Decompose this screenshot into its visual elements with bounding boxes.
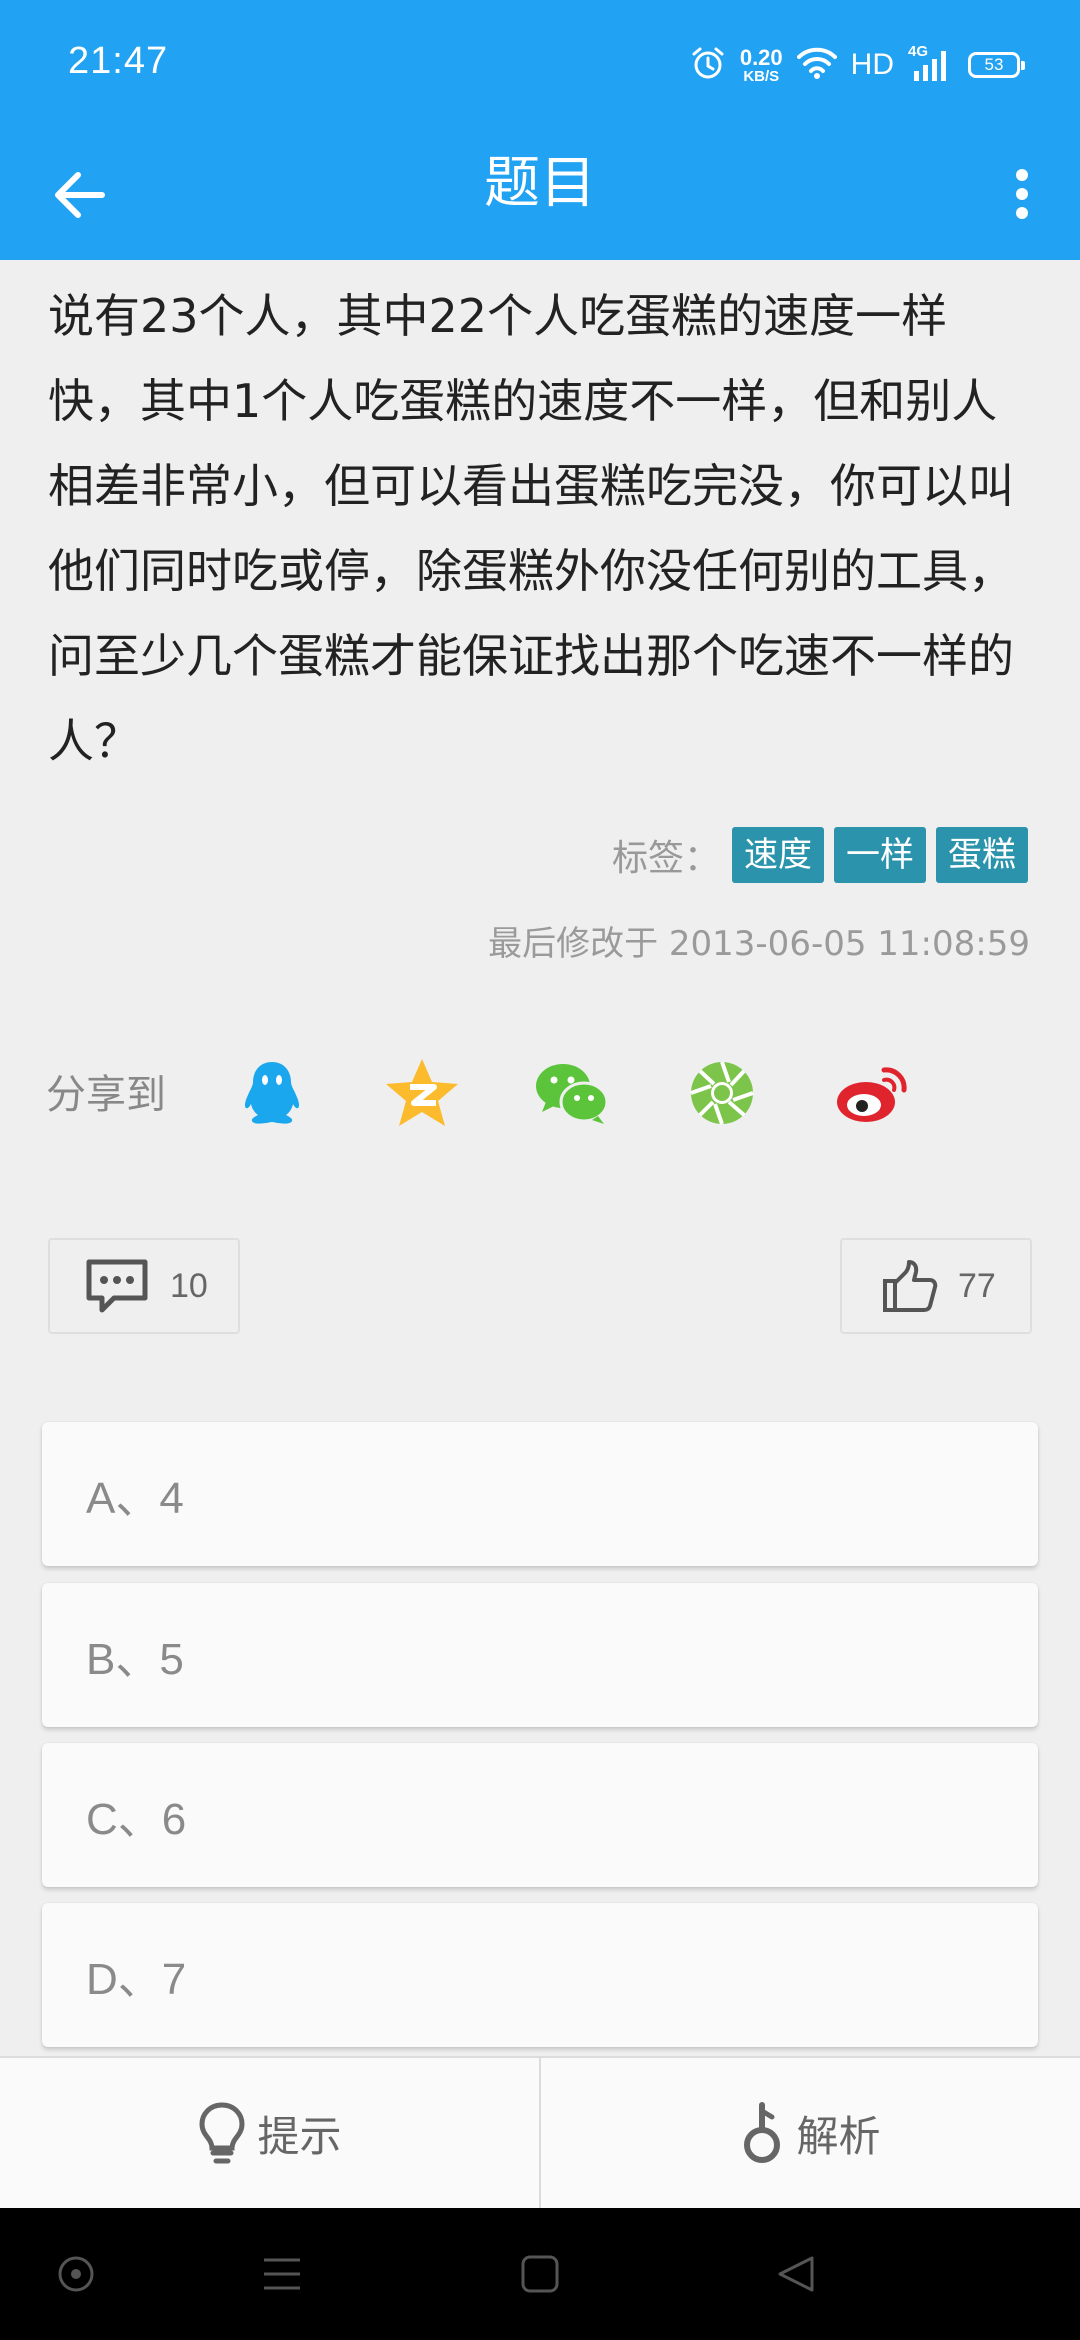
- hint-button[interactable]: 提示: [0, 2058, 541, 2208]
- tag-chip[interactable]: 一样: [834, 827, 926, 883]
- status-time: 21:47: [68, 40, 169, 82]
- likes-count: 77: [958, 1266, 996, 1305]
- app-bar: 题目: [0, 130, 1080, 260]
- status-indicators: 0.20 KB/S HD 4G 53: [690, 40, 1025, 90]
- tag-chip[interactable]: 蛋糕: [936, 827, 1028, 883]
- more-button[interactable]: [992, 154, 1052, 234]
- tags-label: 标签：: [611, 838, 720, 879]
- wifi-icon: [796, 47, 837, 83]
- option-c[interactable]: C、6: [42, 1743, 1038, 1887]
- signal-icon: 4G: [908, 43, 954, 83]
- status-bar: 21:47 0.20 KB/S HD 4G 53: [0, 0, 1080, 130]
- home-icon[interactable]: [510, 2244, 570, 2304]
- last-modified: 最后修改于 2013-06-05 11:08:59: [488, 924, 1030, 964]
- analysis-label: 解析: [796, 2111, 881, 2161]
- back-icon[interactable]: [766, 2244, 826, 2304]
- battery-icon: 53: [968, 52, 1025, 78]
- system-nav-bar: [0, 2208, 1080, 2340]
- wechat-icon[interactable]: [534, 1055, 610, 1131]
- assistant-icon[interactable]: [46, 2244, 106, 2304]
- page-title: 题目: [484, 151, 596, 216]
- like-button[interactable]: 77: [840, 1238, 1032, 1334]
- comments-count: 10: [170, 1266, 208, 1305]
- more-vertical-icon: [1016, 169, 1028, 219]
- alarm-icon: [690, 45, 726, 85]
- network-speed: 0.20 KB/S: [739, 44, 783, 85]
- moments-icon[interactable]: [684, 1055, 760, 1131]
- tag-chip[interactable]: 速度: [732, 827, 824, 883]
- question-text: 说有23个人，其中22个人吃蛋糕的速度一样快，其中1个人吃蛋糕的速度不一样，但和…: [48, 289, 1014, 768]
- share-label: 分享到: [46, 1072, 166, 1118]
- option-a[interactable]: A、4: [42, 1422, 1038, 1566]
- option-b[interactable]: B、5: [42, 1583, 1038, 1727]
- hint-label: 提示: [257, 2111, 342, 2161]
- lightbulb-icon: [199, 2102, 245, 2164]
- thumbs-up-icon: [883, 1260, 938, 1312]
- qq-icon[interactable]: [234, 1055, 310, 1131]
- comments-button[interactable]: 10: [48, 1238, 240, 1334]
- comment-icon: [86, 1259, 148, 1313]
- hd-indicator: HD: [850, 48, 894, 81]
- tags-row: 标签： 速度 一样 蛋糕: [612, 826, 1028, 884]
- qzone-icon[interactable]: [384, 1055, 460, 1131]
- analysis-icon: [744, 2102, 781, 2163]
- bottom-action-bar: 提示 解析: [0, 2056, 1080, 2208]
- menu-icon[interactable]: [252, 2244, 312, 2304]
- analysis-button[interactable]: 解析: [541, 2058, 1080, 2208]
- option-d[interactable]: D、7: [42, 1903, 1038, 2047]
- weibo-icon[interactable]: [834, 1055, 910, 1131]
